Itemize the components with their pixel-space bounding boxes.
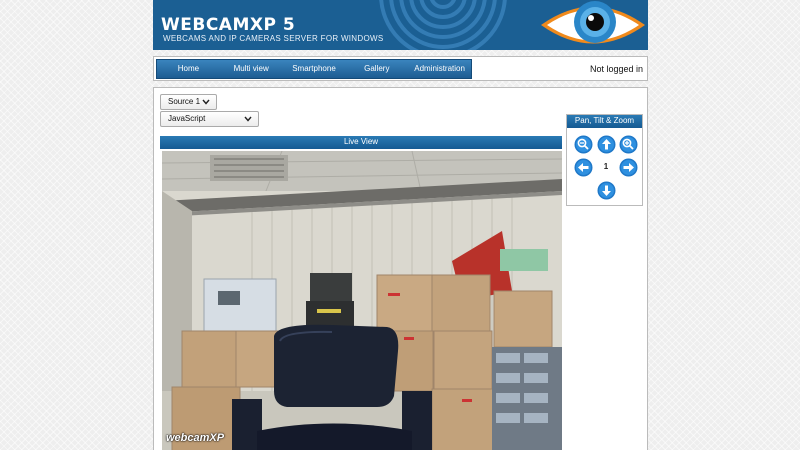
source-select-value: Source 1	[168, 97, 201, 106]
chevron-down-icon	[244, 116, 252, 122]
arrow-right-icon[interactable]	[619, 158, 638, 177]
nav-item-smartphone[interactable]: Smartphone	[283, 60, 346, 78]
camera-image	[162, 151, 562, 450]
source-select[interactable]: Source 1	[160, 94, 217, 110]
app-title: WEBCAMXP 5	[161, 15, 296, 35]
chevron-down-icon	[202, 99, 210, 105]
ptz-panel: Pan, Tilt & Zoom 1	[566, 114, 643, 206]
nav-item-multi-view[interactable]: Multi view	[220, 60, 283, 78]
zoom-out-icon[interactable]	[574, 135, 593, 154]
nav-item-gallery[interactable]: Gallery	[345, 60, 408, 78]
live-view-title: Live View	[160, 136, 562, 149]
zoom-in-icon[interactable]	[619, 135, 638, 154]
main-content: Source 1 JavaScript Live View webcamXP P…	[153, 87, 648, 450]
arrow-down-icon[interactable]	[597, 181, 616, 200]
live-view-panel: Live View webcamXP	[160, 136, 562, 450]
mode-select-value: JavaScript	[168, 114, 206, 123]
page-wrapper: WEBCAMXP 5 WEBCAMS AND IP CAMERAS SERVER…	[153, 0, 648, 450]
ptz-preset-number: 1	[603, 162, 609, 171]
arrow-left-icon[interactable]	[574, 158, 593, 177]
header-banner: WEBCAMXP 5 WEBCAMS AND IP CAMERAS SERVER…	[153, 0, 648, 50]
webcam-watermark: webcamXP	[166, 432, 225, 444]
mode-select[interactable]: JavaScript	[160, 111, 259, 127]
login-status: Not logged in	[589, 64, 643, 74]
nav-bar-container: Home Multi view Smartphone Gallery Admin…	[153, 56, 648, 81]
nav-item-home[interactable]: Home	[157, 60, 220, 78]
eye-logo-icon	[541, 1, 645, 44]
arrow-up-icon[interactable]	[597, 135, 616, 154]
nav-item-administration[interactable]: Administration	[408, 60, 471, 78]
ptz-title: Pan, Tilt & Zoom	[567, 115, 642, 128]
camera-feed[interactable]: webcamXP	[162, 151, 562, 450]
app-subtitle: WEBCAMS AND IP CAMERAS SERVER FOR WINDOW…	[163, 34, 384, 43]
main-nav: Home Multi view Smartphone Gallery Admin…	[156, 59, 472, 79]
